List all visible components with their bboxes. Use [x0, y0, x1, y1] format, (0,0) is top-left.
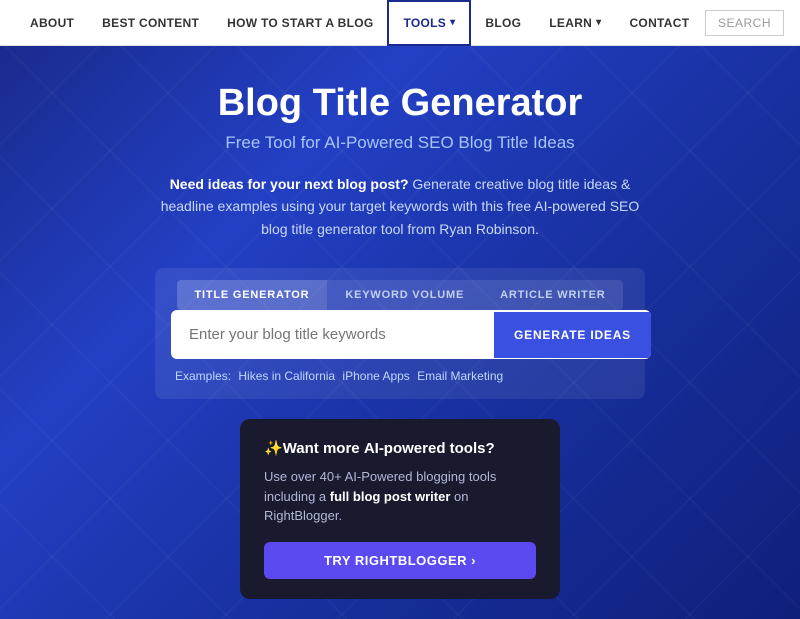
- example-iphone[interactable]: iPhone Apps: [342, 369, 409, 383]
- try-rightblogger-button[interactable]: TRY RIGHTBLOGGER ›: [264, 542, 536, 579]
- nav-items: ABOUT BEST CONTENT HOW TO START A BLOG T…: [16, 0, 705, 46]
- tab-title-generator[interactable]: TITLE GENERATOR: [177, 280, 328, 310]
- promo-title: ✨Want more AI-powered tools?: [264, 439, 536, 457]
- keyword-input[interactable]: [171, 310, 494, 359]
- nav-item-about[interactable]: ABOUT: [16, 0, 88, 46]
- promo-title-bold: AI-powered tools: [364, 440, 486, 457]
- learn-chevron-icon: ▾: [596, 17, 601, 28]
- page-title: Blog Title Generator: [20, 82, 780, 125]
- example-email[interactable]: Email Marketing: [417, 369, 503, 383]
- tab-article-writer[interactable]: ARTICLE WRITER: [482, 280, 623, 310]
- hero-description: Need ideas for your next blog post? Gene…: [160, 173, 640, 240]
- promo-description: Use over 40+ AI-Powered blogging tools i…: [264, 467, 536, 526]
- examples-text: Examples: Hikes in California iPhone App…: [171, 369, 629, 383]
- hero-description-bold: Need ideas for your next blog post?: [170, 176, 409, 192]
- promo-emoji: ✨: [264, 440, 283, 457]
- example-hikes[interactable]: Hikes in California: [238, 369, 335, 383]
- promo-card: ✨Want more AI-powered tools? Use over 40…: [240, 419, 560, 599]
- tool-tabs: TITLE GENERATOR KEYWORD VOLUME ARTICLE W…: [177, 280, 624, 310]
- tab-keyword-volume[interactable]: KEYWORD VOLUME: [327, 280, 482, 310]
- nav-item-blog[interactable]: BLOG: [471, 0, 535, 46]
- nav-item-tools[interactable]: TOOLS ▾: [387, 0, 471, 46]
- generate-ideas-button[interactable]: GENERATE IDEAS: [494, 312, 651, 358]
- nav-item-learn[interactable]: LEARN ▾: [535, 0, 615, 46]
- promo-arrow-icon: ›: [471, 553, 476, 568]
- promo-desc-bold: full blog post writer: [330, 489, 451, 504]
- nav-item-contact[interactable]: CONTACT: [615, 0, 703, 46]
- search-button[interactable]: SEARCH: [705, 10, 784, 36]
- navigation: ABOUT BEST CONTENT HOW TO START A BLOG T…: [0, 0, 800, 46]
- hero-section: Blog Title Generator Free Tool for AI-Po…: [0, 46, 800, 619]
- nav-item-how-to-start[interactable]: HOW TO START A BLOG: [213, 0, 387, 46]
- nav-item-best-content[interactable]: BEST CONTENT: [88, 0, 213, 46]
- keyword-input-area: GENERATE IDEAS: [171, 310, 651, 359]
- hero-subtitle: Free Tool for AI-Powered SEO Blog Title …: [20, 133, 780, 153]
- tools-chevron-icon: ▾: [450, 17, 455, 28]
- tool-container: TITLE GENERATOR KEYWORD VOLUME ARTICLE W…: [155, 268, 645, 399]
